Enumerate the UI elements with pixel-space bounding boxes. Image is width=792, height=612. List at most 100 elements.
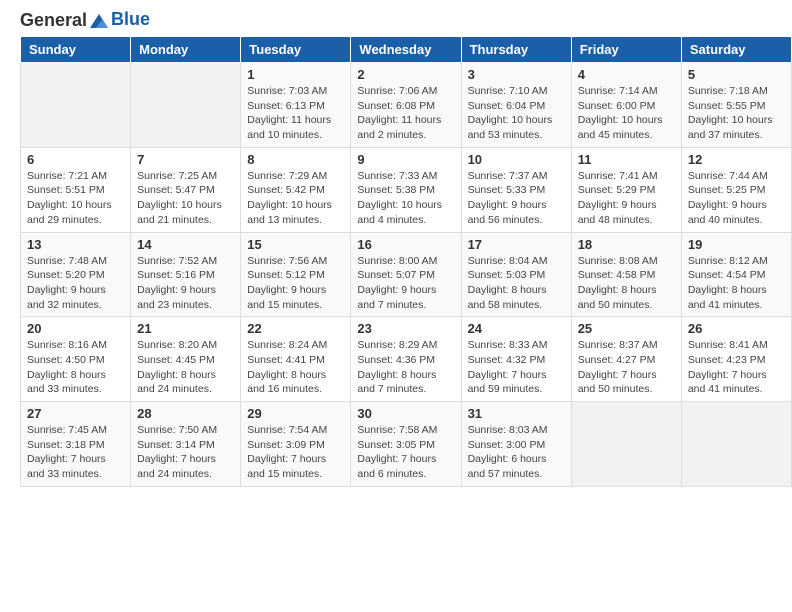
day-info: Sunrise: 8:00 AM Sunset: 5:07 PM Dayligh… <box>357 254 454 313</box>
day-info: Sunrise: 8:37 AM Sunset: 4:27 PM Dayligh… <box>578 338 675 397</box>
calendar-cell: 17Sunrise: 8:04 AM Sunset: 5:03 PM Dayli… <box>461 232 571 317</box>
calendar-cell: 11 Sunrise: 7:41 AM Sunset: 5:29 PM Dayli… <box>571 147 681 232</box>
day-info: Sunrise: 7:54 AM Sunset: 3:09 PM Dayligh… <box>247 423 344 482</box>
day-header-tuesday: Tuesday <box>241 37 351 63</box>
day-number: 18 <box>578 237 675 252</box>
day-number: 9 <box>357 152 454 167</box>
day-number: 7 <box>137 152 234 167</box>
calendar-table: SundayMondayTuesdayWednesdayThursdayFrid… <box>20 36 792 487</box>
day-number: 16 <box>357 237 454 252</box>
calendar-week-1: 1Sunrise: 7:03 AM Sunset: 6:13 PM Daylig… <box>21 63 792 148</box>
day-number: 31 <box>468 406 565 421</box>
day-number: 3 <box>468 67 565 82</box>
day-header-saturday: Saturday <box>681 37 791 63</box>
day-info: Sunrise: 7:33 AM Sunset: 5:38 PM Dayligh… <box>357 169 454 228</box>
calendar-cell: 28 Sunrise: 7:50 AM Sunset: 3:14 PM Dayli… <box>131 402 241 487</box>
calendar-cell: 21 Sunrise: 8:20 AM Sunset: 4:45 PM Dayli… <box>131 317 241 402</box>
calendar-cell: 8 Sunrise: 7:29 AM Sunset: 5:42 PM Daylig… <box>241 147 351 232</box>
day-number: 20 <box>27 321 124 336</box>
day-info: Sunrise: 7:29 AM Sunset: 5:42 PM Dayligh… <box>247 169 344 228</box>
day-number: 12 <box>688 152 785 167</box>
calendar-cell: 9 Sunrise: 7:33 AM Sunset: 5:38 PM Daylig… <box>351 147 461 232</box>
day-number: 15 <box>247 237 344 252</box>
calendar-week-3: 13Sunrise: 7:48 AM Sunset: 5:20 PM Dayli… <box>21 232 792 317</box>
calendar-cell: 14 Sunrise: 7:52 AM Sunset: 5:16 PM Dayli… <box>131 232 241 317</box>
calendar-cell: 12 Sunrise: 7:44 AM Sunset: 5:25 PM Dayli… <box>681 147 791 232</box>
calendar-cell: 26 Sunrise: 8:41 AM Sunset: 4:23 PM Dayli… <box>681 317 791 402</box>
day-info: Sunrise: 7:50 AM Sunset: 3:14 PM Dayligh… <box>137 423 234 482</box>
calendar-cell: 1Sunrise: 7:03 AM Sunset: 6:13 PM Daylig… <box>241 63 351 148</box>
day-number: 10 <box>468 152 565 167</box>
calendar-cell <box>131 63 241 148</box>
day-info: Sunrise: 7:10 AM Sunset: 6:04 PM Dayligh… <box>468 84 565 143</box>
day-number: 29 <box>247 406 344 421</box>
day-number: 14 <box>137 237 234 252</box>
calendar-cell: 2 Sunrise: 7:06 AM Sunset: 6:08 PM Daylig… <box>351 63 461 148</box>
calendar-cell <box>681 402 791 487</box>
day-info: Sunrise: 7:44 AM Sunset: 5:25 PM Dayligh… <box>688 169 785 228</box>
day-number: 26 <box>688 321 785 336</box>
calendar-cell: 7 Sunrise: 7:25 AM Sunset: 5:47 PM Daylig… <box>131 147 241 232</box>
calendar-cell: 5 Sunrise: 7:18 AM Sunset: 5:55 PM Daylig… <box>681 63 791 148</box>
day-number: 21 <box>137 321 234 336</box>
day-header-thursday: Thursday <box>461 37 571 63</box>
calendar-cell: 3 Sunrise: 7:10 AM Sunset: 6:04 PM Daylig… <box>461 63 571 148</box>
day-info: Sunrise: 7:21 AM Sunset: 5:51 PM Dayligh… <box>27 169 124 228</box>
day-number: 22 <box>247 321 344 336</box>
day-info: Sunrise: 7:25 AM Sunset: 5:47 PM Dayligh… <box>137 169 234 228</box>
calendar-cell: 29 Sunrise: 7:54 AM Sunset: 3:09 PM Dayli… <box>241 402 351 487</box>
day-number: 6 <box>27 152 124 167</box>
calendar-cell: 18 Sunrise: 8:08 AM Sunset: 4:58 PM Dayli… <box>571 232 681 317</box>
calendar-cell: 25 Sunrise: 8:37 AM Sunset: 4:27 PM Dayli… <box>571 317 681 402</box>
day-info: Sunrise: 7:18 AM Sunset: 5:55 PM Dayligh… <box>688 84 785 143</box>
calendar-cell: 10 Sunrise: 7:37 AM Sunset: 5:33 PM Dayli… <box>461 147 571 232</box>
day-info: Sunrise: 7:37 AM Sunset: 5:33 PM Dayligh… <box>468 169 565 228</box>
calendar-cell: 15 Sunrise: 7:56 AM Sunset: 5:12 PM Dayli… <box>241 232 351 317</box>
day-info: Sunrise: 8:29 AM Sunset: 4:36 PM Dayligh… <box>357 338 454 397</box>
day-number: 27 <box>27 406 124 421</box>
day-info: Sunrise: 8:16 AM Sunset: 4:50 PM Dayligh… <box>27 338 124 397</box>
day-info: Sunrise: 7:41 AM Sunset: 5:29 PM Dayligh… <box>578 169 675 228</box>
day-info: Sunrise: 8:20 AM Sunset: 4:45 PM Dayligh… <box>137 338 234 397</box>
day-info: Sunrise: 8:12 AM Sunset: 4:54 PM Dayligh… <box>688 254 785 313</box>
day-info: Sunrise: 7:58 AM Sunset: 3:05 PM Dayligh… <box>357 423 454 482</box>
calendar-cell: 6 Sunrise: 7:21 AM Sunset: 5:51 PM Daylig… <box>21 147 131 232</box>
day-number: 1 <box>247 67 344 82</box>
calendar-cell: 23 Sunrise: 8:29 AM Sunset: 4:36 PM Dayli… <box>351 317 461 402</box>
day-number: 25 <box>578 321 675 336</box>
day-number: 17 <box>468 237 565 252</box>
day-info: Sunrise: 8:08 AM Sunset: 4:58 PM Dayligh… <box>578 254 675 313</box>
calendar-cell: 31 Sunrise: 8:03 AM Sunset: 3:00 PM Dayli… <box>461 402 571 487</box>
calendar-cell: 20 Sunrise: 8:16 AM Sunset: 4:50 PM Dayli… <box>21 317 131 402</box>
day-info: Sunrise: 7:56 AM Sunset: 5:12 PM Dayligh… <box>247 254 344 313</box>
day-number: 8 <box>247 152 344 167</box>
day-info: Sunrise: 8:41 AM Sunset: 4:23 PM Dayligh… <box>688 338 785 397</box>
day-info: Sunrise: 7:06 AM Sunset: 6:08 PM Dayligh… <box>357 84 454 143</box>
calendar-cell <box>571 402 681 487</box>
day-header-sunday: Sunday <box>21 37 131 63</box>
day-number: 4 <box>578 67 675 82</box>
day-number: 2 <box>357 67 454 82</box>
day-number: 24 <box>468 321 565 336</box>
calendar-cell: 19Sunrise: 8:12 AM Sunset: 4:54 PM Dayli… <box>681 232 791 317</box>
day-number: 28 <box>137 406 234 421</box>
calendar-cell: 4Sunrise: 7:14 AM Sunset: 6:00 PM Daylig… <box>571 63 681 148</box>
logo-blue-text: Blue <box>111 9 150 30</box>
calendar-cell: 16 Sunrise: 8:00 AM Sunset: 5:07 PM Dayli… <box>351 232 461 317</box>
day-header-friday: Friday <box>571 37 681 63</box>
calendar-cell: 22 Sunrise: 8:24 AM Sunset: 4:41 PM Dayli… <box>241 317 351 402</box>
day-info: Sunrise: 8:24 AM Sunset: 4:41 PM Dayligh… <box>247 338 344 397</box>
day-number: 11 <box>578 152 675 167</box>
day-info: Sunrise: 8:03 AM Sunset: 3:00 PM Dayligh… <box>468 423 565 482</box>
day-number: 5 <box>688 67 785 82</box>
day-number: 30 <box>357 406 454 421</box>
day-number: 23 <box>357 321 454 336</box>
day-info: Sunrise: 7:52 AM Sunset: 5:16 PM Dayligh… <box>137 254 234 313</box>
day-info: Sunrise: 7:45 AM Sunset: 3:18 PM Dayligh… <box>27 423 124 482</box>
day-header-monday: Monday <box>131 37 241 63</box>
logo-icon <box>88 12 110 30</box>
calendar-cell: 24Sunrise: 8:33 AM Sunset: 4:32 PM Dayli… <box>461 317 571 402</box>
calendar-cell <box>21 63 131 148</box>
day-info: Sunrise: 7:48 AM Sunset: 5:20 PM Dayligh… <box>27 254 124 313</box>
calendar-cell: 13Sunrise: 7:48 AM Sunset: 5:20 PM Dayli… <box>21 232 131 317</box>
